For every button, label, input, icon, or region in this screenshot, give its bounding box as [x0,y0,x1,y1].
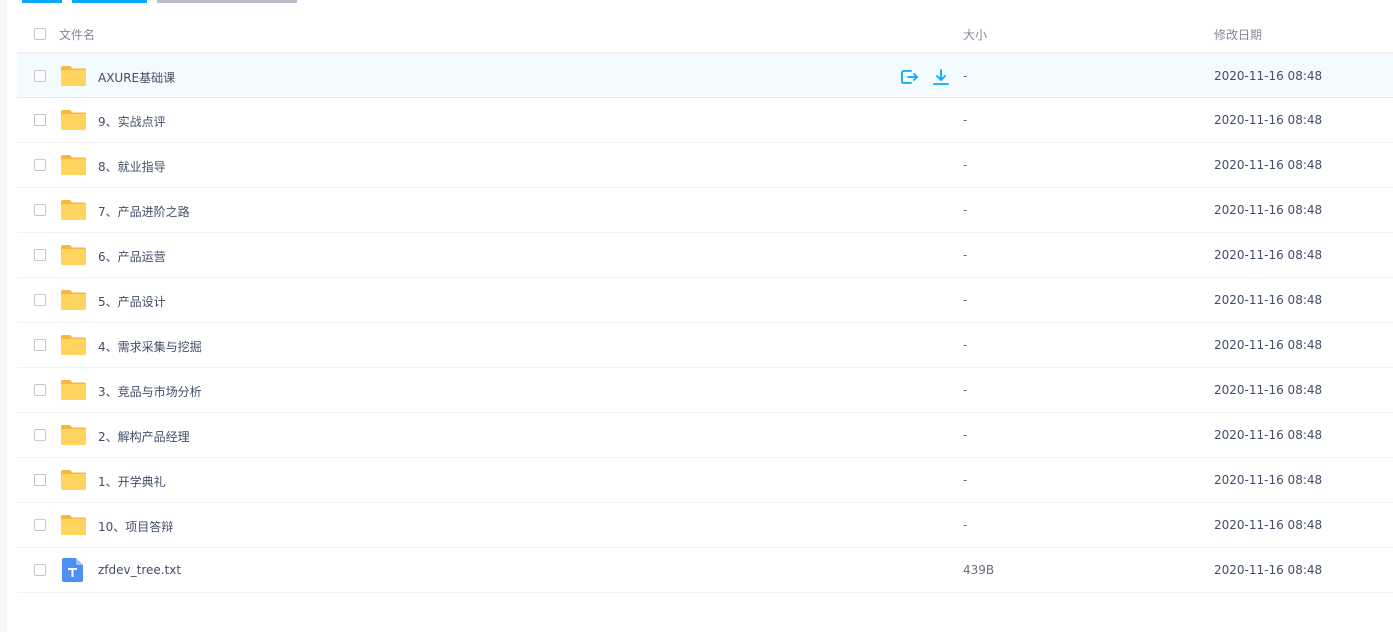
row-checkbox[interactable] [34,204,46,216]
row-actions [899,67,951,87]
file-size: - [963,338,968,352]
row-checkbox[interactable] [34,114,46,126]
left-edge-panel [0,0,7,632]
file-row[interactable]: zfdev_tree.txt 439B 2020-11-16 08:48 [17,548,1393,593]
file-name-link[interactable]: 2、解构产品经理 [98,428,190,445]
column-header-date[interactable]: 修改日期 [1214,26,1262,43]
file-modified-date: 2020-11-16 08:48 [1214,383,1323,397]
download-icon[interactable] [931,67,951,87]
folder-icon [60,424,87,446]
file-size: 439B [963,563,995,577]
folder-icon [60,154,87,176]
file-row[interactable]: 9、实战点评 - 2020-11-16 08:48 [17,98,1393,143]
file-modified-date: 2020-11-16 08:48 [1214,518,1323,532]
file-list: 文件名 大小 修改日期 AXURE基础课 -2020-11-16 08:48 9、实… [17,12,1393,593]
file-name-link[interactable]: 5、产品设计 [98,293,166,310]
folder-icon [60,65,87,87]
folder-icon [60,289,87,311]
file-modified-date: 2020-11-16 08:48 [1214,428,1323,442]
file-size: - [963,158,968,172]
file-size: - [963,248,968,262]
file-size: - [963,518,968,532]
row-checkbox[interactable] [34,564,46,576]
file-size: - [963,473,968,487]
file-modified-date: 2020-11-16 08:48 [1214,293,1323,307]
row-checkbox[interactable] [34,159,46,171]
folder-icon [60,109,87,131]
file-size: - [963,69,968,83]
file-name-link[interactable]: zfdev_tree.txt [98,563,181,577]
file-size: - [963,203,968,217]
file-modified-date: 2020-11-16 08:48 [1214,248,1323,262]
row-checkbox[interactable] [34,249,46,261]
file-name-link[interactable]: 7、产品进阶之路 [98,203,190,220]
txt-file-icon [62,558,83,582]
select-all-checkbox[interactable] [34,28,46,40]
row-checkbox[interactable] [34,429,46,441]
file-modified-date: 2020-11-16 08:48 [1214,69,1323,83]
file-name-link[interactable]: 1、开学典礼 [98,473,166,490]
file-name-link[interactable]: 8、就业指导 [98,158,166,175]
file-row[interactable]: 2、解构产品经理 - 2020-11-16 08:48 [17,413,1393,458]
row-checkbox[interactable] [34,519,46,531]
share-icon[interactable] [899,67,919,87]
file-name-link[interactable]: 6、产品运营 [98,248,166,265]
breadcrumb [22,0,302,3]
file-name-link[interactable]: AXURE基础课 [98,69,175,86]
file-row[interactable]: 6、产品运营 - 2020-11-16 08:48 [17,233,1393,278]
file-modified-date: 2020-11-16 08:48 [1214,473,1323,487]
file-row[interactable]: 1、开学典礼 - 2020-11-16 08:48 [17,458,1393,503]
file-modified-date: 2020-11-16 08:48 [1214,158,1323,172]
folder-icon [60,514,87,536]
file-name-link[interactable]: 10、项目答辩 [98,518,173,535]
file-size: - [963,428,968,442]
file-row[interactable]: 4、需求采集与挖掘 - 2020-11-16 08:48 [17,323,1393,368]
file-name-link[interactable]: 9、实战点评 [98,113,166,130]
column-header-name[interactable]: 文件名 [59,26,95,43]
row-checkbox[interactable] [34,294,46,306]
folder-icon [60,244,87,266]
breadcrumb-link-parent[interactable] [72,0,147,3]
file-modified-date: 2020-11-16 08:48 [1214,563,1323,577]
folder-icon [60,334,87,356]
row-checkbox[interactable] [34,474,46,486]
breadcrumb-current [157,0,297,3]
file-row[interactable]: 8、就业指导 - 2020-11-16 08:48 [17,143,1393,188]
folder-icon [60,379,87,401]
file-size: - [963,383,968,397]
file-row[interactable]: 7、产品进阶之路 - 2020-11-16 08:48 [17,188,1393,233]
file-list-header: 文件名 大小 修改日期 [17,12,1393,53]
breadcrumb-link-back[interactable] [22,0,62,3]
column-header-size[interactable]: 大小 [963,26,987,43]
folder-icon [60,199,87,221]
folder-icon [60,469,87,491]
file-modified-date: 2020-11-16 08:48 [1214,203,1323,217]
file-name-link[interactable]: 3、竞品与市场分析 [98,383,202,400]
file-size: - [963,293,968,307]
file-name-link[interactable]: 4、需求采集与挖掘 [98,338,202,355]
row-checkbox[interactable] [34,339,46,351]
file-modified-date: 2020-11-16 08:48 [1214,113,1323,127]
row-checkbox[interactable] [34,384,46,396]
file-row[interactable]: AXURE基础课 - 2020-11-16 08:48 [17,53,1393,98]
file-size: - [963,113,968,127]
file-modified-date: 2020-11-16 08:48 [1214,338,1323,352]
file-row[interactable]: 5、产品设计 - 2020-11-16 08:48 [17,278,1393,323]
file-rows: AXURE基础课 - 2020-11-16 08:48 9、实战点评 - 2020-11-… [17,53,1393,593]
file-row[interactable]: 10、项目答辩 - 2020-11-16 08:48 [17,503,1393,548]
file-row[interactable]: 3、竞品与市场分析 - 2020-11-16 08:48 [17,368,1393,413]
row-checkbox[interactable] [34,70,46,82]
